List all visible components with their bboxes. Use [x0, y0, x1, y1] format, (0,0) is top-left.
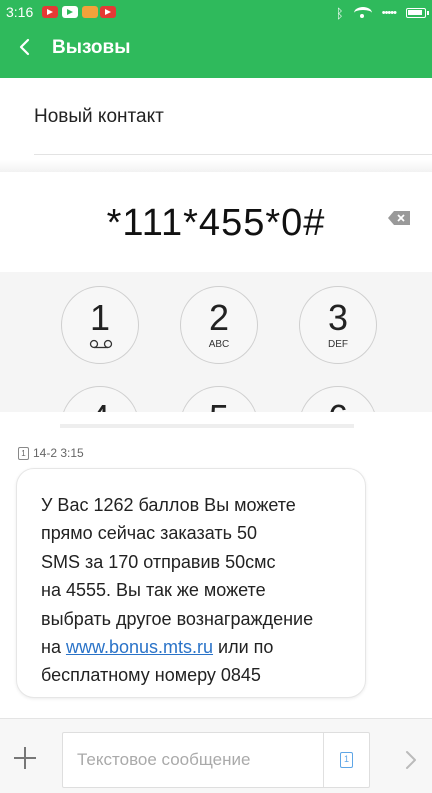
page-title: Вызовы: [52, 37, 131, 58]
key-digit: 6: [300, 397, 376, 412]
youtube-icon: [100, 6, 116, 18]
message-text-part: У Вас 1262 баллов Вы можете прямо сейчас…: [41, 495, 314, 658]
divider: [0, 412, 432, 422]
key-digit: 4: [62, 397, 138, 412]
app-icon: [82, 6, 98, 18]
key-digit: 3: [327, 297, 349, 338]
chevron-left-icon: [19, 38, 30, 56]
key-2[interactable]: 2 ABC: [180, 286, 258, 364]
sim-icon: 1: [340, 752, 353, 768]
app-header: 3:16 ᛒ ••••• Вызовы: [0, 0, 432, 78]
status-bar: 3:16 ᛒ •••••: [0, 0, 432, 26]
dial-display: *111*455*0#: [0, 172, 432, 272]
key-6[interactable]: 6: [299, 386, 377, 412]
battery-icon: [406, 8, 429, 18]
key-digit: 1: [89, 297, 111, 338]
compose-field[interactable]: 1: [62, 732, 370, 788]
key-4[interactable]: 4: [61, 386, 139, 412]
add-attachment-button[interactable]: [12, 745, 38, 771]
new-contact-label: Новый контакт: [34, 106, 164, 127]
bluetooth-icon: ᛒ: [335, 5, 344, 21]
back-button[interactable]: [14, 36, 36, 58]
youtube-icon: [42, 6, 58, 18]
status-time: 3:16: [6, 4, 34, 20]
dial-keypad: 1 2 ABC 3 DEF 4 5 6: [0, 272, 432, 412]
send-button[interactable]: [404, 749, 418, 771]
backspace-button[interactable]: [386, 209, 412, 227]
voicemail-icon: [89, 339, 113, 349]
sim-icon: 1: [18, 446, 29, 460]
message-text: У Вас 1262 баллов Вы можете прямо сейчас…: [41, 491, 361, 690]
status-right: ᛒ •••••: [335, 4, 429, 22]
key-letters: DEF: [328, 339, 348, 350]
divider: [0, 160, 432, 172]
key-digit: 5: [181, 397, 257, 412]
compose-bar: 1: [0, 718, 432, 793]
key-5[interactable]: 5: [180, 386, 258, 412]
key-1[interactable]: 1: [61, 286, 139, 364]
message-input[interactable]: [77, 745, 317, 775]
chevron-right-icon: [406, 751, 416, 769]
key-3[interactable]: 3 DEF: [299, 286, 377, 364]
message-icon: [62, 6, 78, 18]
key-digit: 2: [208, 297, 230, 338]
message-timestamp: 14-2 3:15: [33, 446, 84, 460]
backspace-icon: [388, 211, 410, 225]
sim-select-button[interactable]: 1: [323, 733, 369, 787]
new-contact-row[interactable]: Новый контакт: [0, 78, 432, 156]
divider: [60, 424, 354, 428]
bonus-link[interactable]: www.bonus.mts.ru: [66, 637, 213, 657]
key-letters: ABC: [208, 339, 230, 350]
divider: [34, 154, 432, 155]
message-bubble[interactable]: У Вас 1262 баллов Вы можете прямо сейчас…: [16, 468, 366, 698]
signal-dots-icon: •••••: [381, 7, 397, 19]
dialed-number: *111*455*0#: [106, 202, 326, 244]
wifi-icon: [353, 7, 372, 19]
message-thread: 1 14-2 3:15 У Вас 1262 баллов Вы можете …: [0, 430, 432, 720]
message-meta: 1 14-2 3:15: [18, 446, 84, 460]
